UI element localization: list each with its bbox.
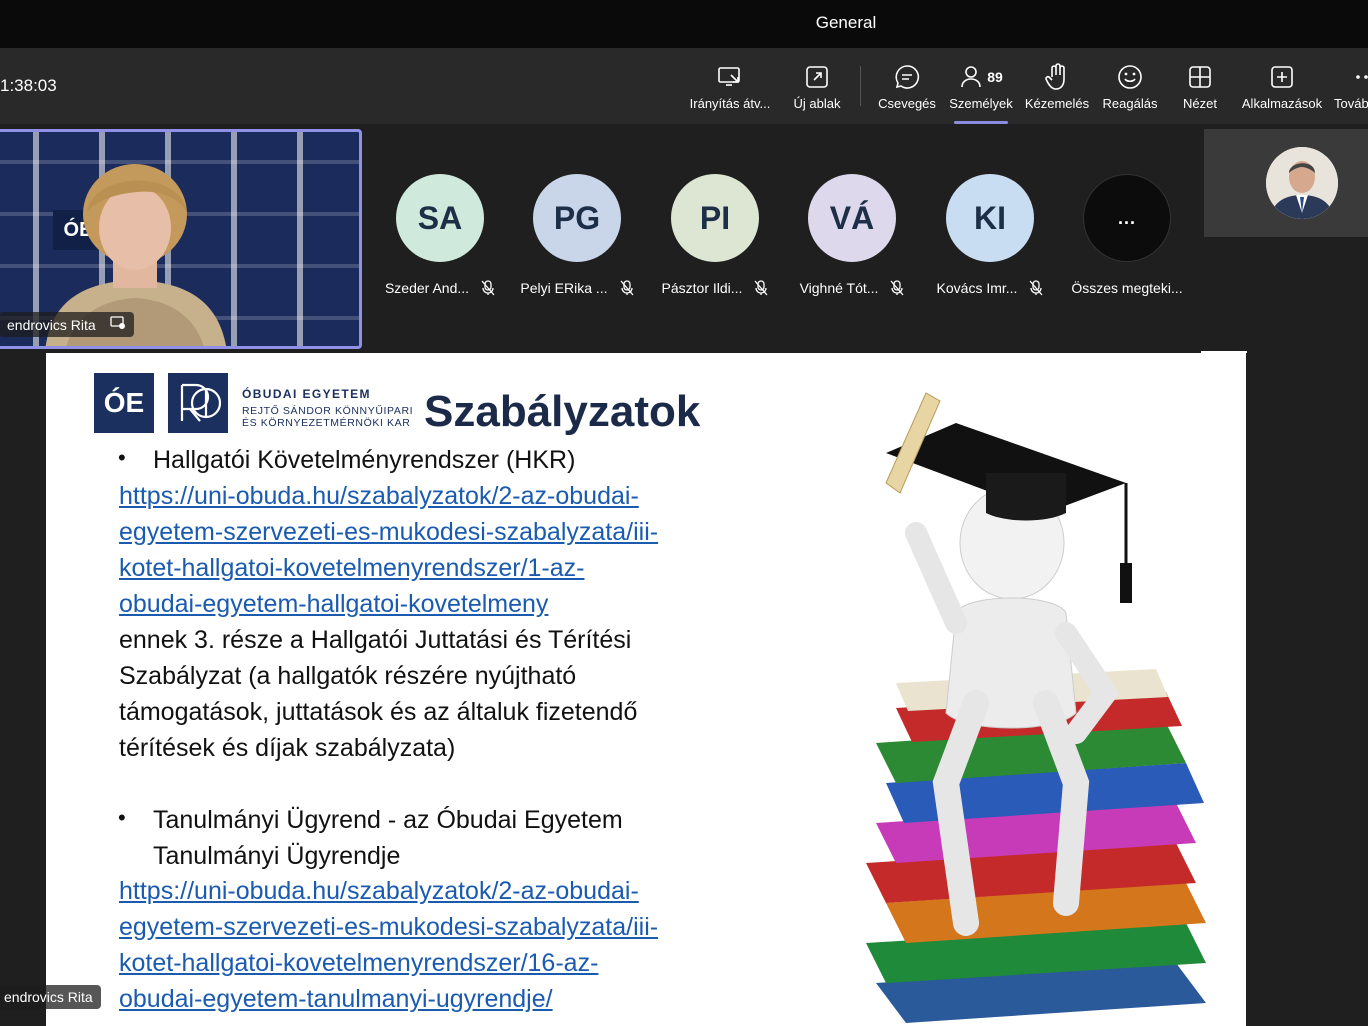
participant-name: Vighné Tót... xyxy=(799,280,879,296)
participant-name: Pelyi ERika ... xyxy=(520,280,608,296)
self-avatar xyxy=(1266,147,1338,219)
participant-name: Kovács Imr... xyxy=(936,280,1018,296)
new-window-icon xyxy=(786,62,848,92)
new-window-button[interactable]: Új ablak xyxy=(786,62,848,118)
people-icon xyxy=(961,66,982,88)
hkr-link-line[interactable]: obudai-egyetem-hallgatoi-kovetelmeny xyxy=(119,586,548,622)
people-icon-wrap: 89 xyxy=(946,62,1016,92)
participant-tile[interactable]: SA Szeder And... xyxy=(375,174,505,296)
chat-icon xyxy=(876,62,938,92)
university-name: ÓBUDAI EGYETEM xyxy=(242,387,371,401)
participant-avatar: VÁ xyxy=(808,174,896,262)
share-control-icon xyxy=(686,62,774,92)
bullet-dot: • xyxy=(118,445,126,470)
chat-button[interactable]: Csevegés xyxy=(876,62,938,118)
view-label: Nézet xyxy=(1183,96,1217,111)
meeting-stage: ÓE endrovics Rita SA Szeder And... PG Pe… xyxy=(0,124,1368,1026)
presenter-name-tag: endrovics Rita xyxy=(0,985,101,1009)
screen-share-icon xyxy=(109,316,126,333)
participant-tile[interactable]: PG Pelyi ERika ... xyxy=(512,174,642,296)
share-control-label: Irányítás átv... xyxy=(689,96,771,111)
participant-avatar: PG xyxy=(533,174,621,262)
participant-name: Pásztor Ildi... xyxy=(661,280,743,296)
shared-slide: ÓE ÓBUDAI EGYETEM REJTŐ SÁNDOR KÖNNYŰIPA… xyxy=(46,353,1246,1026)
share-control-button[interactable]: Irányítás átv... xyxy=(686,62,774,118)
apps-button[interactable]: Alkalmazások xyxy=(1238,62,1326,118)
hkr-link-line[interactable]: https://uni-obuda.hu/szabalyzatok/2-az-o… xyxy=(119,478,639,514)
participant-avatar: KI xyxy=(946,174,1034,262)
title-bar: General xyxy=(0,0,1368,48)
ugyrend-link-line[interactable]: https://uni-obuda.hu/szabalyzatok/2-az-o… xyxy=(119,873,639,909)
react-label: Reagálás xyxy=(1102,96,1158,111)
ugyrend-link-line[interactable]: obudai-egyetem-tanulmanyi-ugyrendje/ xyxy=(119,981,553,1017)
window-title: General xyxy=(815,13,877,32)
participant-name-row: Vighné Tót... xyxy=(787,280,917,296)
slide-title: Szabályzatok xyxy=(424,387,701,436)
mic-muted-icon xyxy=(1029,280,1043,296)
hkr-link-line[interactable]: kotet-hallgatoi-kovetelmenyrendszer/1-az… xyxy=(119,550,585,586)
bullet-ugyrend: Tanulmányi Ügyrendje xyxy=(153,842,401,870)
ugyrend-link-line[interactable]: kotet-hallgatoi-kovetelmenyrendszer/16-a… xyxy=(119,945,598,981)
graduate-books-illustration xyxy=(866,392,1206,1023)
participant-name: Szeder And... xyxy=(384,280,470,296)
raise-hand-button[interactable]: Kézemelés xyxy=(1022,62,1092,118)
ugyrend-link-line[interactable]: egyetem-szervezeti-es-mukodesi-szabalyza… xyxy=(119,909,658,945)
participant-name-row: Szeder And... xyxy=(375,280,505,296)
more-participants-icon: ... xyxy=(1083,174,1171,262)
hkr-description: támogatások, juttatások és az általuk fi… xyxy=(119,698,638,726)
view-button[interactable]: Nézet xyxy=(1176,62,1224,118)
toolbar-divider xyxy=(860,66,861,106)
faculty-line: REJTŐ SÁNDOR KÖNNYŰIPARI xyxy=(242,405,414,417)
raise-hand-icon xyxy=(1022,62,1092,92)
people-button[interactable]: 89 Személyek xyxy=(946,62,1016,124)
react-button[interactable]: Reagálás xyxy=(1100,62,1160,118)
more-label: Továb xyxy=(1334,96,1368,111)
mic-muted-icon xyxy=(620,280,634,296)
raise-hand-label: Kézemelés xyxy=(1024,96,1090,111)
faculty-logo xyxy=(168,373,228,433)
emoji-icon xyxy=(1100,62,1160,92)
participant-name-row: Pásztor Ildi... xyxy=(650,280,780,296)
chat-label: Csevegés xyxy=(878,96,936,111)
faculty-name: REJTŐ SÁNDOR KÖNNYŰIPARI ÉS KÖRNYEZETMÉR… xyxy=(242,405,413,429)
participant-avatar: PI xyxy=(671,174,759,262)
participant-name-row: Kovács Imr... xyxy=(925,280,1055,296)
hkr-description: ennek 3. része a Hallgatói Juttatási és … xyxy=(119,626,632,654)
more-button[interactable]: Továb xyxy=(1334,62,1368,118)
bullet-ugyrend: Tanulmányi Ügyrend - az Óbudai Egyetem xyxy=(153,806,623,834)
participant-name-row: Pelyi ERika ... xyxy=(512,280,642,296)
view-all-participants-button[interactable]: ... Összes megteki... xyxy=(1062,174,1192,296)
meeting-timer: 1:38:03 xyxy=(0,76,57,95)
faculty-line: ÉS KÖRNYEZETMÉRNÖKI KAR xyxy=(242,417,411,429)
bullet-dot: • xyxy=(118,805,126,830)
participant-tile[interactable]: VÁ Vighné Tót... xyxy=(787,174,917,296)
bullet-hkr: Hallgatói Követelményrendszer (HKR) xyxy=(153,446,576,474)
hkr-description: Szabályzat (a hallgatók részére nyújthat… xyxy=(119,662,577,690)
people-count: 89 xyxy=(987,69,1003,85)
add-apps-icon xyxy=(1238,62,1326,92)
participant-tile[interactable]: PI Pásztor Ildi... xyxy=(650,174,780,296)
people-label: Személyek xyxy=(949,96,1013,111)
mic-muted-icon xyxy=(481,280,495,296)
speaker-name: endrovics Rita xyxy=(7,317,96,333)
active-speaker-tile[interactable]: ÓE endrovics Rita xyxy=(0,129,362,349)
participant-avatar: SA xyxy=(396,174,484,262)
apps-label: Alkalmazások xyxy=(1241,96,1323,111)
hkr-description: térítések és díjak szabályzata) xyxy=(119,734,456,762)
mic-muted-icon xyxy=(890,280,904,296)
view-grid-icon xyxy=(1176,62,1224,92)
university-logo: ÓE xyxy=(94,373,154,433)
speaker-name-tag: endrovics Rita xyxy=(0,312,134,337)
meeting-toolbar: 1:38:03 Irányítás átv... Új ablak Cseveg… xyxy=(0,48,1368,124)
more-icon xyxy=(1334,62,1368,92)
participant-tile[interactable]: KI Kovács Imr... xyxy=(925,174,1055,296)
hkr-link-line[interactable]: egyetem-szervezeti-es-mukodesi-szabalyza… xyxy=(119,514,658,550)
view-all-label: Összes megteki... xyxy=(1071,280,1183,296)
new-window-label: Új ablak xyxy=(793,96,841,111)
mic-muted-icon xyxy=(754,280,768,296)
self-view-tile[interactable] xyxy=(1204,129,1368,237)
